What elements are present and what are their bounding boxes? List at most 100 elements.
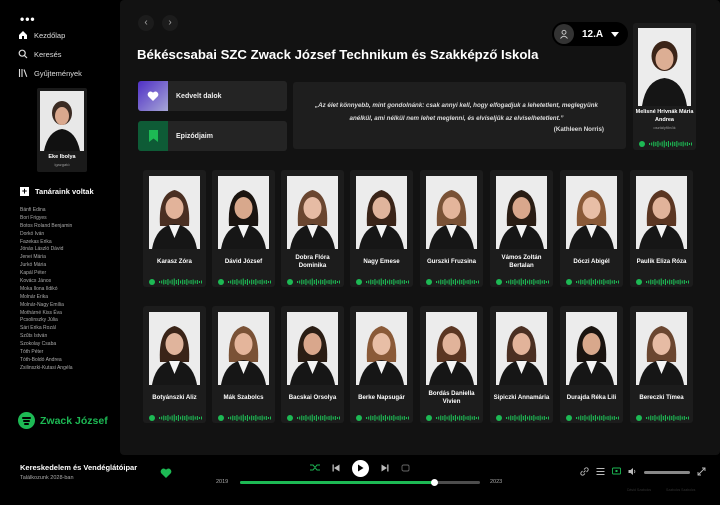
teacher-list-item[interactable]: Tóth Péter	[20, 349, 73, 357]
volume-slider[interactable]	[644, 470, 690, 474]
teacher-list-item[interactable]: Kapál Péter	[20, 270, 73, 278]
student-photo	[496, 176, 547, 249]
quote-box: „Az élet könnyebb, mint gondolnánk: csak…	[293, 82, 626, 149]
waveform-icon	[149, 409, 203, 427]
teacher-list-item[interactable]: Moka Ilona Ildikó	[20, 286, 73, 294]
teachers-section-header[interactable]: + Tanáraink voltak	[20, 187, 94, 196]
shuffle-icon[interactable]	[310, 459, 320, 477]
head-teacher-card[interactable]: Melisné Hrivnák Mária Andrea osztályfőnö…	[633, 23, 696, 150]
student-name: Botyánszki Aliz	[152, 394, 197, 401]
teacher-list-item[interactable]: Tóth-Boldó Andrea	[20, 357, 73, 365]
caret-down-icon	[611, 31, 620, 37]
principal-card[interactable]: Eke Ibolya igazgató	[37, 88, 87, 172]
waveform-icon	[287, 273, 341, 291]
waveform-icon	[636, 409, 690, 427]
student-card[interactable]: Botyánszki Aliz	[143, 306, 206, 423]
student-photo	[356, 312, 407, 385]
player-extra-controls	[580, 463, 706, 481]
teacher-list-item[interactable]: Szűts István	[20, 333, 73, 341]
teacher-list-item[interactable]: Sári Erika Rozál	[20, 325, 73, 333]
waveform-icon	[287, 409, 341, 427]
student-card[interactable]: Gurszki Fruzsina	[420, 170, 483, 287]
teacher-list-item[interactable]: Kovács János	[20, 278, 73, 286]
teacher-list-item[interactable]: Botos Roland Benjamin	[20, 223, 73, 231]
student-card[interactable]: Berke Napsugár	[350, 306, 413, 423]
student-card[interactable]: Dávid József	[212, 170, 275, 287]
student-card[interactable]: Dobra Flóra Dominika	[281, 170, 344, 287]
student-photo	[287, 312, 338, 385]
teacher-list-item[interactable]: Jenei Mária	[20, 254, 73, 262]
teacher-list: Bánfi Edina Bori Frigyes Botos Roland Benj…	[20, 207, 73, 373]
nav-search[interactable]: Keresés	[18, 49, 62, 59]
student-card[interactable]: Paulik Eliza Róza	[630, 170, 693, 287]
student-card[interactable]: Bereczki Tímea	[630, 306, 693, 423]
student-card[interactable]: Bordás Daniella Vivien	[420, 306, 483, 423]
teacher-list-item[interactable]: Zsilinszki-Kutasi Angéla	[20, 365, 73, 373]
student-card[interactable]: Durajda Réka Lili	[560, 306, 623, 423]
teacher-list-item[interactable]: Pcsolinszky Júlia	[20, 317, 73, 325]
teacher-list-item[interactable]: Molnár Erika	[20, 294, 73, 302]
waveform-icon	[356, 273, 410, 291]
student-card[interactable]: Dóczi Abigél	[560, 170, 623, 287]
library-icon	[18, 68, 28, 78]
device-icon[interactable]	[612, 463, 621, 481]
chevron-right-icon: ›	[168, 17, 172, 28]
progress-knob[interactable]	[430, 479, 438, 486]
heart-icon	[138, 81, 168, 111]
student-name: Mák Szabolcs	[223, 394, 264, 401]
student-card[interactable]: Vámos Zoltán Bertalan	[490, 170, 553, 287]
like-heart-icon[interactable]	[160, 466, 172, 484]
back-button[interactable]: ‹	[138, 15, 154, 31]
teacher-list-item[interactable]: Mothárné Kiss Éva	[20, 310, 73, 318]
nav-library[interactable]: Gyűjtemények	[18, 68, 82, 78]
student-card[interactable]: Mák Szabolcs	[212, 306, 275, 423]
user-icon	[554, 24, 574, 44]
waveform-icon	[566, 409, 620, 427]
liked-songs-shortcut[interactable]: Kedvelt dalok	[138, 81, 287, 111]
student-card[interactable]: Nagy Emese	[350, 170, 413, 287]
volume-icon[interactable]	[628, 463, 637, 481]
teacher-list-item[interactable]: Jurkó Mária	[20, 262, 73, 270]
nav-search-label: Keresés	[34, 49, 62, 59]
student-card[interactable]: Bacskai Orsolya	[281, 306, 344, 423]
student-photo	[149, 312, 200, 385]
teacher-list-item[interactable]: Jónás László Dávid	[20, 246, 73, 254]
teacher-list-item[interactable]: Szokolay Csaba	[20, 341, 73, 349]
episodes-shortcut[interactable]: Epizódjaim	[138, 121, 287, 151]
student-photo	[426, 176, 477, 249]
fullscreen-icon[interactable]	[697, 463, 706, 481]
main-panel: ‹ › 12.A Békéscsabai SZC Zwack József Te…	[120, 0, 720, 455]
student-name: Paulik Eliza Róza	[636, 258, 687, 265]
play-button[interactable]	[352, 459, 369, 477]
teacher-list-item[interactable]: Fazekas Erika	[20, 239, 73, 247]
year-end: 2023	[490, 479, 503, 485]
nav-home[interactable]: Kezdőlap	[18, 30, 65, 40]
chevron-left-icon: ‹	[144, 17, 148, 28]
waveform-icon	[636, 273, 690, 291]
teacher-list-item[interactable]: Molnár-Nagy Emília	[20, 302, 73, 310]
student-card[interactable]: Sipiczki Annamária	[490, 306, 553, 423]
progress-bar[interactable]	[240, 479, 480, 486]
principal-name: Eke Ibolya	[48, 154, 76, 160]
head-teacher-photo	[638, 28, 691, 106]
student-photo	[566, 176, 617, 249]
teacher-list-item[interactable]: Bori Frigyes	[20, 215, 73, 223]
student-photo	[566, 312, 617, 385]
link-icon[interactable]	[580, 463, 589, 481]
next-icon[interactable]	[381, 459, 389, 477]
previous-icon[interactable]	[332, 459, 340, 477]
teacher-list-item[interactable]: Dorkó Iván	[20, 231, 73, 239]
forward-button[interactable]: ›	[162, 15, 178, 31]
playback-controls	[310, 459, 410, 477]
student-photo	[636, 312, 687, 385]
plus-icon: +	[20, 186, 29, 196]
repeat-icon[interactable]	[401, 459, 410, 477]
queue-icon[interactable]	[596, 463, 605, 481]
menu-dots-icon[interactable]: •••	[20, 12, 36, 26]
student-name: Bordás Daniella Vivien	[428, 390, 475, 405]
player-bar: Kereskedelem és Vendéglátóipar Találkozu…	[0, 455, 720, 505]
teacher-list-item[interactable]: Bánfi Edina	[20, 207, 73, 215]
class-selector[interactable]: 12.A	[552, 22, 628, 46]
student-photo	[636, 176, 687, 249]
student-card[interactable]: Karasz Zóra	[143, 170, 206, 287]
